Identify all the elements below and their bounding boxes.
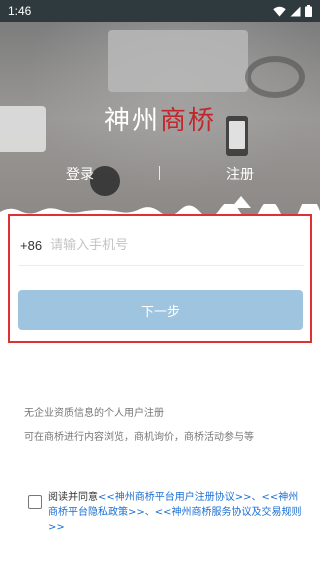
country-code[interactable]: +86 [20, 238, 42, 253]
app-logo: 神州商桥 [0, 100, 320, 137]
active-tab-indicator [231, 196, 251, 208]
register-form: +86 下一步 [8, 214, 312, 343]
agreement-text: 阅读并同意<<神州商桥平台用户注册协议>>、<<神州商桥平台隐私政策>>、<<神… [48, 490, 304, 535]
agreement-separator-1: 、 [251, 492, 262, 503]
battery-icon [305, 5, 312, 17]
info-text-title: 无企业资质信息的个人用户注册 [24, 408, 164, 419]
info-text-description: 可在商桥进行内容浏览，商机询价，商桥活动参与等 [24, 432, 254, 443]
status-bar: 1:46 [0, 0, 320, 22]
phone-input[interactable] [50, 238, 271, 253]
tab-divider [159, 166, 160, 180]
wifi-icon [273, 6, 286, 17]
next-step-button[interactable]: 下一步 [18, 290, 303, 330]
header-banner: 神州商桥 登录 注册 [0, 0, 320, 215]
agree-checkbox[interactable] [28, 495, 42, 509]
tab-login[interactable]: 登录 [66, 164, 94, 184]
logo-text-part1: 神州 [103, 106, 160, 136]
tab-register[interactable]: 注册 [226, 164, 254, 184]
laptop-image [108, 30, 248, 92]
agreement-separator-2: 、 [144, 507, 155, 518]
user-agreement-link[interactable]: <<神州商桥平台用户注册协议>> [98, 492, 252, 503]
signal-icon [290, 6, 301, 17]
status-time: 1:46 [8, 4, 32, 18]
phone-field: +86 [18, 226, 304, 266]
logo-text-part2: 商桥 [160, 106, 217, 136]
auth-tabs: 登录 注册 [0, 164, 320, 188]
headphones-image [245, 56, 305, 98]
agreement-prefix: 阅读并同意 [48, 492, 98, 503]
